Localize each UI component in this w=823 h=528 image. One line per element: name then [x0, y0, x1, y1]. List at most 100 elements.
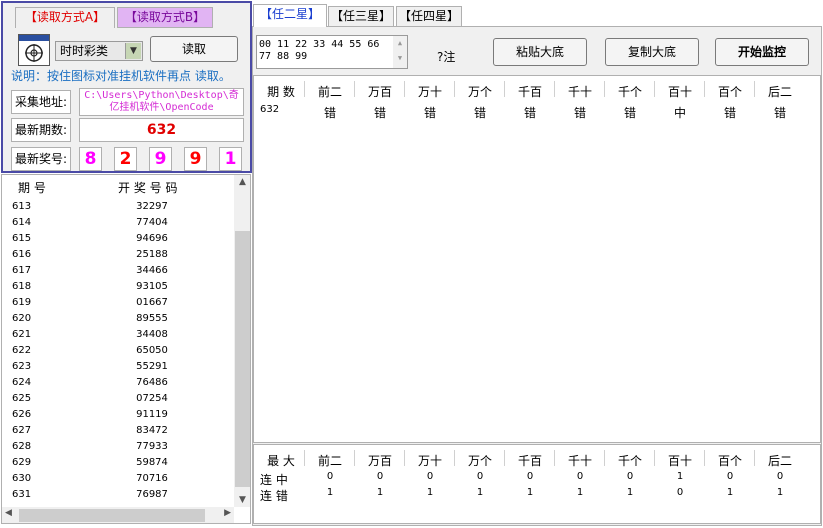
read-button[interactable]: 读取: [150, 36, 238, 62]
list-item[interactable]: 626 91119: [2, 407, 234, 423]
streak-hit-value: 0: [326, 471, 334, 482]
instruction-note: 说明：按住图标对准挂机软件再点 读取。: [11, 69, 231, 83]
list-item[interactable]: 619 01667: [2, 295, 234, 311]
list-item-code: 77404: [136, 217, 168, 228]
column-header-code: 开 奖 号 码: [118, 181, 178, 195]
result-grid: 期 数 前二 万百 万十 万个 千百 千十 千个 百十 百个 后二 632 错 错 错 错 错 错 错 中 错 错: [253, 75, 821, 443]
scroll-down-icon[interactable]: ▼: [234, 495, 250, 505]
list-item-code: 91119: [136, 409, 168, 420]
list-item[interactable]: 623 55291: [2, 359, 234, 375]
column-separator: [404, 81, 405, 97]
streak-hit-value: 0: [476, 471, 484, 482]
textarea-scrollbar[interactable]: ▲ ▼: [393, 36, 407, 68]
stats-column-header: 千个: [617, 454, 642, 468]
streak-hit-value: 0: [626, 471, 634, 482]
streak-miss-value: 1: [726, 487, 734, 498]
list-item[interactable]: 627 83472: [2, 423, 234, 439]
stats-column-header: 万百: [367, 454, 392, 468]
list-item-code: 77933: [136, 441, 168, 452]
streak-hit-label: 连 中: [260, 473, 288, 487]
stats-column-header: 百十: [667, 454, 692, 468]
streak-miss-value: 1: [476, 487, 484, 498]
scrollbar-thumb[interactable]: [235, 231, 250, 487]
column-separator: [754, 81, 755, 97]
stats-column-header: 千百: [517, 454, 542, 468]
grid-cell-result: 错: [523, 106, 536, 120]
list-item-period: 629: [12, 457, 32, 468]
paste-numbers-button[interactable]: 粘贴大底: [493, 38, 587, 66]
column-header-period: 期 号: [18, 181, 46, 195]
grid-column-header: 千百: [517, 85, 542, 99]
grid-cell-result: 错: [573, 106, 586, 120]
grid-column-header: 后二: [767, 85, 792, 99]
list-item[interactable]: 624 76486: [2, 375, 234, 391]
start-monitor-button[interactable]: 开始监控: [715, 38, 809, 66]
column-separator: [504, 450, 505, 466]
prize-digit: 2: [114, 147, 137, 171]
tab-any-four-star[interactable]: 【任四星】: [396, 6, 462, 27]
list-item[interactable]: 617 34466: [2, 263, 234, 279]
copy-numbers-button[interactable]: 复制大底: [605, 38, 699, 66]
grid-column-header: 百十: [667, 85, 692, 99]
prize-digit: 8: [79, 147, 102, 171]
list-item[interactable]: 628 77933: [2, 439, 234, 455]
list-item-code: 59874: [136, 457, 168, 468]
stats-column-header: 前二: [317, 454, 342, 468]
list-item[interactable]: 621 34408: [2, 327, 234, 343]
streak-hit-value: 0: [376, 471, 384, 482]
list-item-period: 616: [12, 249, 32, 260]
numbers-textarea[interactable]: 00 11 22 33 44 55 66 77 88 99 ▲ ▼: [256, 35, 408, 69]
streak-miss-value: 0: [676, 487, 684, 498]
tab-any-three-star[interactable]: 【任三星】: [328, 6, 394, 27]
tab-any-two-star[interactable]: 【任二星】: [253, 4, 327, 27]
stats-column-header: 万个: [467, 454, 492, 468]
grid-cell-result: 错: [473, 106, 486, 120]
list-item-code: 94696: [136, 233, 168, 244]
list-item-code: 89555: [136, 313, 168, 324]
list-item[interactable]: 614 77404: [2, 215, 234, 231]
prize-digit: 1: [219, 147, 242, 171]
chevron-down-icon[interactable]: ▼: [125, 43, 141, 59]
column-separator: [554, 450, 555, 466]
lottery-type-select[interactable]: 时时彩类 ▼: [55, 41, 143, 61]
list-item-period: 625: [12, 393, 32, 404]
stats-column-header: 百个: [717, 454, 742, 468]
scroll-up-icon[interactable]: ▲: [234, 177, 250, 187]
streak-miss-value: 1: [376, 487, 384, 498]
list-item[interactable]: 630 70716: [2, 471, 234, 487]
list-item[interactable]: 620 89555: [2, 311, 234, 327]
list-item[interactable]: 613 32297: [2, 199, 234, 215]
list-item[interactable]: 618 93105: [2, 279, 234, 295]
list-item[interactable]: 625 07254: [2, 391, 234, 407]
scrollbar-thumb[interactable]: [19, 509, 205, 522]
list-item-code: 70716: [136, 473, 168, 484]
grid-column-header: 百个: [717, 85, 742, 99]
tab-read-mode-a[interactable]: 【读取方式A】: [15, 7, 115, 28]
scroll-right-icon[interactable]: ▶: [224, 508, 231, 518]
crosshair-target-icon[interactable]: [18, 34, 50, 66]
list-item[interactable]: 631 76987: [2, 487, 234, 503]
list-item-code: 76987: [136, 489, 168, 500]
column-separator: [704, 81, 705, 97]
scroll-left-icon[interactable]: ◀: [5, 508, 12, 518]
list-item-period: 619: [12, 297, 32, 308]
history-list[interactable]: 期 号 开 奖 号 码 613 32297 614 77404 615 94696 616 2…: [1, 174, 251, 524]
list-item[interactable]: 616 25188: [2, 247, 234, 263]
list-item-code: 25188: [136, 249, 168, 260]
column-separator: [454, 450, 455, 466]
numbers-line: 77 88 99: [259, 51, 308, 62]
list-item[interactable]: 615 94696: [2, 231, 234, 247]
streak-hit-value: 0: [426, 471, 434, 482]
list-item[interactable]: 629 59874: [2, 455, 234, 471]
grid-column-header: 前二: [317, 85, 342, 99]
horizontal-scrollbar[interactable]: ◀ ▶: [2, 507, 234, 523]
streak-hit-value: 0: [776, 471, 784, 482]
grid-cell-result: 中: [673, 106, 686, 120]
list-item[interactable]: 622 65050: [2, 343, 234, 359]
tab-read-mode-b[interactable]: 【读取方式B】: [117, 7, 213, 28]
list-item-code: 34466: [136, 265, 168, 276]
vertical-scrollbar[interactable]: ▲ ▼: [234, 175, 250, 507]
prize-digit: 9: [184, 147, 207, 171]
grid-column-header: 万百: [367, 85, 392, 99]
grid-cell-result: 错: [373, 106, 386, 120]
